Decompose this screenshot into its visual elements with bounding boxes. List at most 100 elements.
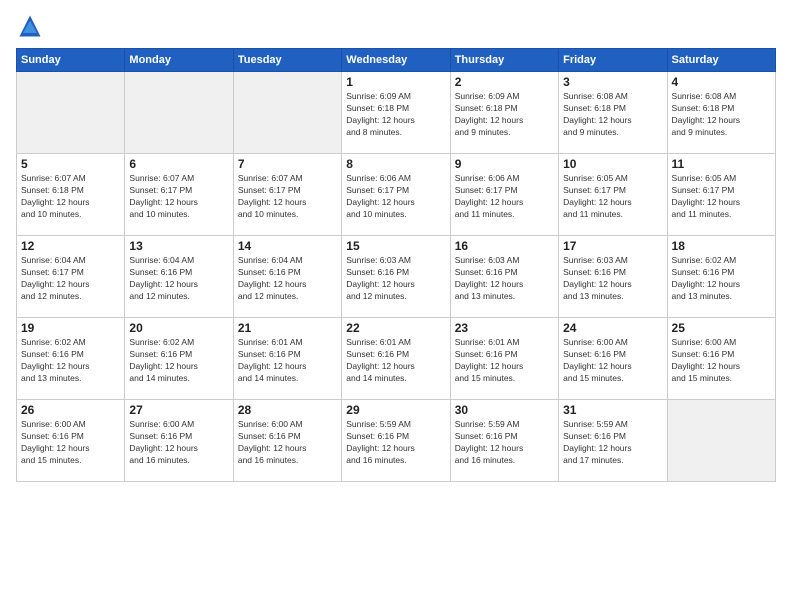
calendar-cell: 7 Sunrise: 6:07 AMSunset: 6:17 PMDaylight… [233, 154, 341, 236]
day-number: 28 [238, 403, 337, 417]
cell-text: Sunrise: 6:00 AMSunset: 6:16 PMDaylight:… [21, 419, 120, 467]
day-number: 13 [129, 239, 228, 253]
cell-text: Sunrise: 6:05 AMSunset: 6:17 PMDaylight:… [563, 173, 662, 221]
calendar-cell: 9Sunrise: 6:06 AMSunset: 6:17 PMDaylight… [450, 154, 558, 236]
cell-text: Sunrise: 6:03 AMSunset: 6:16 PMDaylight:… [563, 255, 662, 303]
day-number: 30 [455, 403, 554, 417]
calendar-cell: 27 Sunrise: 6:00 AMSunset: 6:16 PMDayligh… [125, 400, 233, 482]
calendar-cell: 24 Sunrise: 6:00 AMSunset: 6:16 PMDayligh… [559, 318, 667, 400]
calendar-cell: 10 Sunrise: 6:05 AMSunset: 6:17 PMDayligh… [559, 154, 667, 236]
calendar-cell: 4 Sunrise: 6:08 AMSunset: 6:18 PMDaylight… [667, 72, 775, 154]
header [16, 12, 776, 40]
calendar-cell: 6Sunrise: 6:07 AMSunset: 6:17 PMDaylight… [125, 154, 233, 236]
cell-text: Sunrise: 6:04 AMSunset: 6:16 PMDaylight:… [129, 255, 228, 303]
calendar-cell [125, 72, 233, 154]
day-number: 26 [21, 403, 120, 417]
calendar-cell: 23 Sunrise: 6:01 AMSunset: 6:16 PMDayligh… [450, 318, 558, 400]
cell-text: Sunrise: 6:01 AMSunset: 6:16 PMDaylight:… [455, 337, 554, 385]
cell-text: Sunrise: 6:00 AMSunset: 6:16 PMDaylight:… [563, 337, 662, 385]
cell-text: Sunrise: 6:03 AMSunset: 6:16 PMDaylight:… [346, 255, 445, 303]
day-number: 24 [563, 321, 662, 335]
calendar-cell: 16 Sunrise: 6:03 AMSunset: 6:16 PMDayligh… [450, 236, 558, 318]
day-number: 21 [238, 321, 337, 335]
calendar-header-row: SundayMondayTuesdayWednesdayThursdayFrid… [17, 49, 776, 72]
day-header-sunday: Sunday [17, 49, 125, 72]
cell-text: Sunrise: 6:06 AMSunset: 6:17 PMDaylight:… [346, 173, 445, 221]
cell-text: Sunrise: 6:03 AMSunset: 6:16 PMDaylight:… [455, 255, 554, 303]
calendar-cell: 1Sunrise: 6:09 AMSunset: 6:18 PMDaylight… [342, 72, 450, 154]
cell-text: Sunrise: 6:08 AMSunset: 6:18 PMDaylight:… [672, 91, 771, 139]
day-number: 15 [346, 239, 445, 253]
day-number: 22 [346, 321, 445, 335]
calendar-cell: 18Sunrise: 6:02 AMSunset: 6:16 PMDayligh… [667, 236, 775, 318]
cell-text: Sunrise: 6:02 AMSunset: 6:16 PMDaylight:… [672, 255, 771, 303]
day-number: 27 [129, 403, 228, 417]
cell-text: Sunrise: 6:00 AMSunset: 6:16 PMDaylight:… [129, 419, 228, 467]
calendar-cell: 8 Sunrise: 6:06 AMSunset: 6:17 PMDaylight… [342, 154, 450, 236]
calendar-cell: 12 Sunrise: 6:04 AMSunset: 6:17 PMDayligh… [17, 236, 125, 318]
week-row-4: 26 Sunrise: 6:00 AMSunset: 6:16 PMDayligh… [17, 400, 776, 482]
calendar-cell: 19 Sunrise: 6:02 AMSunset: 6:16 PMDayligh… [17, 318, 125, 400]
day-number: 8 [346, 157, 445, 171]
cell-text: Sunrise: 6:08 AMSunset: 6:18 PMDaylight:… [563, 91, 662, 139]
cell-text: Sunrise: 6:04 AMSunset: 6:16 PMDaylight:… [238, 255, 337, 303]
calendar-cell: 21Sunrise: 6:01 AMSunset: 6:16 PMDayligh… [233, 318, 341, 400]
calendar-cell: 22Sunrise: 6:01 AMSunset: 6:16 PMDayligh… [342, 318, 450, 400]
day-number: 2 [455, 75, 554, 89]
day-number: 14 [238, 239, 337, 253]
cell-text: Sunrise: 6:04 AMSunset: 6:17 PMDaylight:… [21, 255, 120, 303]
day-number: 29 [346, 403, 445, 417]
calendar-cell: 30 Sunrise: 5:59 AMSunset: 6:16 PMDayligh… [450, 400, 558, 482]
cell-text: Sunrise: 5:59 AMSunset: 6:16 PMDaylight:… [455, 419, 554, 467]
cell-text: Sunrise: 6:00 AMSunset: 6:16 PMDaylight:… [238, 419, 337, 467]
cell-text: Sunrise: 6:07 AMSunset: 6:18 PMDaylight:… [21, 173, 120, 221]
day-number: 19 [21, 321, 120, 335]
day-header-saturday: Saturday [667, 49, 775, 72]
cell-text: Sunrise: 5:59 AMSunset: 6:16 PMDaylight:… [563, 419, 662, 467]
cell-text: Sunrise: 6:07 AMSunset: 6:17 PMDaylight:… [238, 173, 337, 221]
calendar-cell: 20 Sunrise: 6:02 AMSunset: 6:16 PMDayligh… [125, 318, 233, 400]
calendar-cell: 11 Sunrise: 6:05 AMSunset: 6:17 PMDayligh… [667, 154, 775, 236]
calendar-cell: 2 Sunrise: 6:09 AMSunset: 6:18 PMDaylight… [450, 72, 558, 154]
day-number: 5 [21, 157, 120, 171]
cell-text: Sunrise: 6:09 AMSunset: 6:18 PMDaylight:… [346, 91, 445, 139]
cell-text: Sunrise: 6:05 AMSunset: 6:17 PMDaylight:… [672, 173, 771, 221]
day-number: 3 [563, 75, 662, 89]
cell-text: Sunrise: 6:00 AMSunset: 6:16 PMDaylight:… [672, 337, 771, 385]
calendar-cell [233, 72, 341, 154]
calendar-cell [667, 400, 775, 482]
day-number: 4 [672, 75, 771, 89]
calendar-cell: 26 Sunrise: 6:00 AMSunset: 6:16 PMDayligh… [17, 400, 125, 482]
day-number: 16 [455, 239, 554, 253]
logo [16, 12, 48, 40]
calendar-cell: 13 Sunrise: 6:04 AMSunset: 6:16 PMDayligh… [125, 236, 233, 318]
day-number: 12 [21, 239, 120, 253]
week-row-0: 1Sunrise: 6:09 AMSunset: 6:18 PMDaylight… [17, 72, 776, 154]
logo-icon [16, 12, 44, 40]
day-number: 31 [563, 403, 662, 417]
cell-text: Sunrise: 6:02 AMSunset: 6:16 PMDaylight:… [129, 337, 228, 385]
day-header-monday: Monday [125, 49, 233, 72]
cell-text: Sunrise: 6:02 AMSunset: 6:16 PMDaylight:… [21, 337, 120, 385]
calendar-cell: 5 Sunrise: 6:07 AMSunset: 6:18 PMDaylight… [17, 154, 125, 236]
day-number: 23 [455, 321, 554, 335]
day-number: 6 [129, 157, 228, 171]
day-number: 17 [563, 239, 662, 253]
calendar-cell [17, 72, 125, 154]
day-number: 7 [238, 157, 337, 171]
day-number: 11 [672, 157, 771, 171]
day-header-wednesday: Wednesday [342, 49, 450, 72]
day-number: 25 [672, 321, 771, 335]
calendar-cell: 29Sunrise: 5:59 AMSunset: 6:16 PMDayligh… [342, 400, 450, 482]
calendar-cell: 28 Sunrise: 6:00 AMSunset: 6:16 PMDayligh… [233, 400, 341, 482]
day-number: 10 [563, 157, 662, 171]
calendar-cell: 25 Sunrise: 6:00 AMSunset: 6:16 PMDayligh… [667, 318, 775, 400]
day-number: 20 [129, 321, 228, 335]
cell-text: Sunrise: 6:09 AMSunset: 6:18 PMDaylight:… [455, 91, 554, 139]
calendar-cell: 14 Sunrise: 6:04 AMSunset: 6:16 PMDayligh… [233, 236, 341, 318]
page: SundayMondayTuesdayWednesdayThursdayFrid… [0, 0, 792, 612]
week-row-1: 5 Sunrise: 6:07 AMSunset: 6:18 PMDaylight… [17, 154, 776, 236]
week-row-3: 19 Sunrise: 6:02 AMSunset: 6:16 PMDayligh… [17, 318, 776, 400]
calendar: SundayMondayTuesdayWednesdayThursdayFrid… [16, 48, 776, 482]
calendar-cell: 15 Sunrise: 6:03 AMSunset: 6:16 PMDayligh… [342, 236, 450, 318]
